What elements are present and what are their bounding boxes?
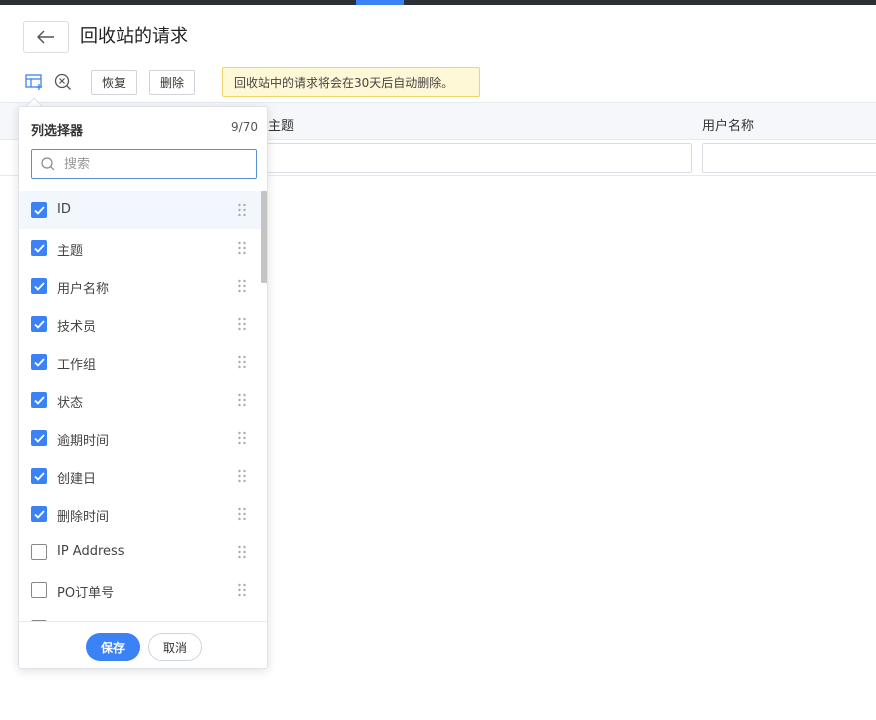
drag-handle-icon[interactable]	[237, 203, 247, 217]
check-icon	[33, 243, 45, 253]
drag-handle-icon[interactable]	[237, 317, 247, 331]
picker-item-label: 技术员	[57, 320, 97, 335]
check-icon	[33, 433, 45, 443]
column-picker-button[interactable]	[25, 73, 43, 91]
search-clear-icon	[54, 73, 71, 90]
drag-handle-icon[interactable]	[237, 583, 247, 597]
auto-delete-notice: 回收站中的请求将会在30天后自动删除。	[222, 67, 480, 97]
drag-handle-icon[interactable]	[237, 469, 247, 483]
picker-item-label: ID	[57, 202, 71, 217]
column-header-username[interactable]: 用户名称	[702, 115, 754, 134]
check-icon	[33, 319, 45, 329]
check-icon	[33, 471, 45, 481]
checkbox[interactable]	[31, 240, 47, 256]
checkbox[interactable]	[31, 278, 47, 294]
picker-list-item[interactable]: 技术员	[19, 305, 267, 343]
picker-title: 列选择器	[31, 124, 84, 139]
picker-list-item[interactable]: 创建日	[19, 457, 267, 495]
picker-scrollbar[interactable]	[261, 191, 267, 283]
delete-button[interactable]: 删除	[149, 70, 195, 95]
picker-column-list: ID 主题用户名称技术员工作组状态逾期时间创建日删除时间 IP Address PO订…	[19, 191, 267, 621]
save-button[interactable]: 保存	[86, 633, 140, 661]
checkbox[interactable]	[31, 582, 47, 598]
drag-handle-icon[interactable]	[237, 241, 247, 255]
check-icon	[33, 509, 45, 519]
table-columns-icon	[25, 74, 42, 90]
back-button[interactable]	[23, 21, 69, 53]
restore-button[interactable]: 恢复	[91, 70, 137, 95]
picker-item-label: 逾期时间	[57, 434, 110, 449]
cancel-button[interactable]: 取消	[148, 633, 202, 661]
picker-list-item[interactable]	[19, 609, 267, 621]
picker-list-item[interactable]: ID	[19, 191, 267, 229]
checkbox[interactable]	[31, 392, 47, 408]
checkbox[interactable]	[31, 202, 47, 218]
subject-filter-input[interactable]	[262, 143, 692, 173]
picker-item-label: 工作组	[57, 358, 97, 373]
picker-list-item[interactable]: IP Address	[19, 533, 267, 571]
page-title: 回收站的请求	[80, 26, 188, 47]
picker-search-box[interactable]	[31, 149, 257, 179]
search-icon	[41, 157, 55, 171]
picker-list-item[interactable]: 状态	[19, 381, 267, 419]
picker-list-item[interactable]: PO订单号	[19, 571, 267, 609]
clear-filter-button[interactable]	[54, 73, 72, 91]
picker-item-label: 创建日	[57, 472, 97, 487]
check-icon	[33, 205, 45, 215]
arrow-left-icon	[37, 30, 54, 44]
drag-handle-icon[interactable]	[237, 507, 247, 521]
picker-count: 9/70	[231, 120, 258, 134]
drag-handle-icon[interactable]	[237, 545, 247, 559]
check-icon	[33, 281, 45, 291]
top-bar-active-indicator	[356, 0, 404, 5]
picker-item-label: 用户名称	[57, 282, 110, 297]
picker-item-label: 主题	[57, 244, 84, 259]
checkbox[interactable]	[31, 316, 47, 332]
picker-list-item[interactable]: 主题	[19, 229, 267, 267]
picker-footer: 保存 取消	[19, 621, 267, 668]
check-icon	[33, 357, 45, 367]
column-header-subject[interactable]: 主题	[268, 115, 294, 134]
top-bar	[0, 0, 876, 5]
drag-handle-icon[interactable]	[237, 355, 247, 369]
checkbox[interactable]	[31, 506, 47, 522]
column-picker-panel: 列选择器 9/70 ID 主题用户名称技术员工作组状态逾期时间创建日删除时间 IP …	[18, 106, 268, 669]
picker-list-item[interactable]: 逾期时间	[19, 419, 267, 457]
picker-item-label: IP Address	[57, 544, 125, 559]
checkbox[interactable]	[31, 430, 47, 446]
drag-handle-icon[interactable]	[237, 431, 247, 445]
checkbox[interactable]	[31, 544, 47, 560]
picker-item-label: PO订单号	[57, 586, 115, 601]
drag-handle-icon[interactable]	[237, 393, 247, 407]
check-icon	[33, 395, 45, 405]
picker-item-label: 状态	[57, 396, 84, 411]
picker-list-item[interactable]: 用户名称	[19, 267, 267, 305]
picker-search-input[interactable]	[64, 156, 244, 172]
picker-list-item[interactable]: 删除时间	[19, 495, 267, 533]
picker-list-item[interactable]: 工作组	[19, 343, 267, 381]
checkbox[interactable]	[31, 354, 47, 370]
picker-item-label: 删除时间	[57, 510, 110, 525]
drag-handle-icon[interactable]	[237, 279, 247, 293]
checkbox[interactable]	[31, 468, 47, 484]
username-filter-input[interactable]	[702, 143, 876, 173]
